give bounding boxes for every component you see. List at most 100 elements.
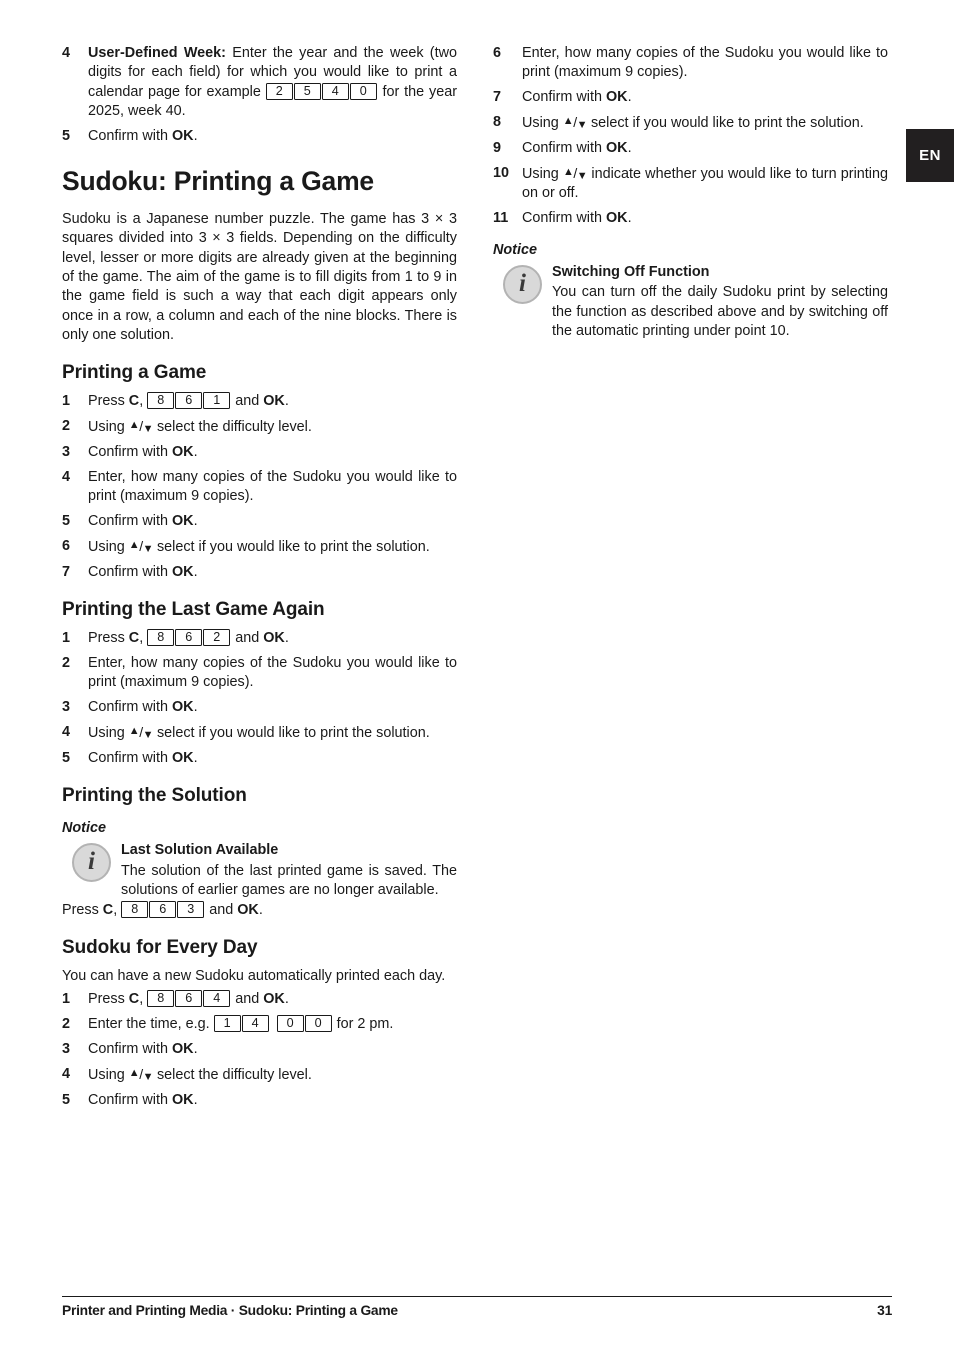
step-number: 3 [62, 699, 71, 716]
list-item: 8 Using ▲/▼ select if you would like to p… [493, 113, 888, 133]
arrow-down-icon: ▼ [576, 119, 588, 132]
continued-step-list: 4 User-Defined Week: Enter the year and t… [62, 44, 457, 146]
heading-printing-solution: Printing the Solution [62, 785, 247, 807]
step-list-printing-a-game: 1 Press C, 861 and OK. 2 Using ▲/▼ select … [62, 392, 457, 582]
step-text: Confirm with [522, 210, 606, 227]
step-mid-text: and [231, 991, 264, 1008]
keycap: 0 [276, 1015, 304, 1033]
heading-printing-last-game: Printing the Last Game Again [62, 599, 325, 621]
notice-label: Notice [62, 820, 106, 837]
c-key-label: C [128, 393, 140, 410]
page-footer: Printer and Printing Media · Sudoku: Pri… [62, 1296, 892, 1318]
step-number: 1 [62, 630, 71, 647]
keycap: 2 [265, 82, 293, 100]
step-number: 7 [62, 563, 71, 580]
step-number: 3 [62, 444, 71, 461]
c-key-label: C [128, 991, 140, 1008]
ok-key-label: OK [171, 563, 194, 580]
step-text-tail: . [284, 991, 289, 1008]
list-item: 3 Confirm with OK. [62, 443, 457, 462]
arrow-up-icon: ▲ [128, 419, 140, 432]
ok-key-label: OK [171, 1091, 194, 1108]
arrow-down-icon: ▼ [576, 169, 588, 182]
step-text: Press [88, 393, 129, 410]
footer-divider [62, 1296, 892, 1297]
step-number: 2 [62, 418, 71, 435]
ok-key-label: OK [171, 750, 194, 767]
step-text-tail: . [627, 140, 632, 156]
intro-paragraph: Sudoku is a Japanese number puzzle. The … [62, 210, 457, 344]
up-down-arrow-icon: ▲/▼ [128, 723, 154, 742]
keycap-group: 2540 [265, 82, 378, 102]
step-lead-in: User-Defined Week: [88, 45, 226, 61]
step-text-tail: for 2 pm. [332, 1016, 394, 1033]
step-text: Using [88, 725, 129, 742]
notice-text: You can turn off the daily Sudoku print … [552, 284, 888, 339]
list-item: 5 Confirm with OK. [62, 127, 457, 146]
up-down-arrow-icon: ▲/▼ [128, 417, 154, 436]
list-item: 5 Confirm with OK. [62, 512, 457, 531]
step-text: Using [88, 539, 129, 556]
step-text-tail: select if you would like to print the so… [152, 539, 430, 556]
step-text: Confirm with [88, 750, 172, 767]
two-column-layout: 4 User-Defined Week: Enter the year and t… [62, 44, 888, 1116]
list-item: 10 Using ▲/▼ indicate whether you would l… [493, 164, 888, 204]
arrow-down-icon: ▼ [142, 729, 154, 742]
step-text-tail: select if you would like to print the so… [152, 725, 430, 742]
keycap-group: 861 [147, 392, 231, 411]
step-text: Confirm with [88, 1041, 172, 1058]
step-text-tail: . [193, 128, 198, 144]
ok-key-label: OK [605, 89, 628, 106]
step-text: Confirm with [88, 513, 172, 530]
keycap-group-hours: 1400 [213, 1015, 333, 1034]
step-text: Confirm with [88, 563, 172, 580]
ok-key-label: OK [171, 444, 194, 461]
arrow-up-icon: ▲ [128, 725, 140, 738]
arrow-up-icon: ▲ [563, 165, 574, 178]
step-text: Confirm with [522, 140, 606, 156]
list-item: 1 Press C, 864 and OK. [62, 990, 457, 1009]
arrow-down-icon: ▼ [142, 423, 154, 436]
ok-key-label: OK [171, 1041, 194, 1058]
list-item: 2 Enter, how many copies of the Sudoku yo… [62, 654, 457, 693]
keycap-group: 863 [121, 900, 205, 920]
step-text: Using [522, 165, 563, 182]
list-item: 1 Press C, 861 and OK. [62, 392, 457, 411]
press-mid-text: and [205, 901, 238, 918]
up-down-arrow-icon: ▲/▼ [128, 1065, 154, 1084]
up-down-arrow-icon: ▲/▼ [129, 537, 154, 556]
ok-key-label: OK [263, 393, 285, 410]
keycap: 5 [293, 82, 321, 100]
step-text-tail: . [193, 513, 198, 530]
keycap: 4 [321, 82, 349, 100]
keycap: 8 [147, 990, 175, 1008]
step-number: 8 [493, 114, 502, 131]
step-text-tail: . [193, 1041, 198, 1058]
notice-title: Last Solution Available [121, 842, 279, 859]
step-text-tail: . [193, 563, 198, 580]
arrow-up-icon: ▲ [128, 1066, 140, 1079]
list-item: 4 Using ▲/▼ select if you would like to p… [62, 723, 457, 743]
keycap: 6 [149, 900, 177, 918]
ok-key-label: OK [263, 991, 285, 1008]
keycap: 1 [213, 1015, 241, 1033]
step-number: 3 [62, 1041, 71, 1058]
keycap-group: 862 [147, 629, 231, 648]
step-text-tail: . [284, 630, 289, 647]
step-text: Enter, how many copies of the Sudoku you… [522, 45, 888, 81]
keycap: 6 [175, 990, 203, 1008]
ok-key-label: OK [171, 699, 194, 716]
step-text-tail: . [193, 1091, 198, 1108]
notice-text: The solution of the last printed game is… [121, 862, 457, 899]
step-text: Using [88, 419, 129, 436]
list-item: 3 Confirm with OK. [62, 1040, 457, 1059]
keycap: 0 [304, 1015, 332, 1033]
page-title: Sudoku: Printing a Game [62, 166, 374, 197]
arrow-up-icon: ▲ [562, 115, 574, 128]
step-number: 1 [62, 991, 71, 1008]
step-number: 7 [493, 89, 502, 106]
step-number: 10 [493, 164, 510, 181]
keycap: 8 [121, 900, 149, 918]
step-number: 5 [62, 750, 71, 767]
arrow-down-icon: ▼ [142, 543, 154, 556]
